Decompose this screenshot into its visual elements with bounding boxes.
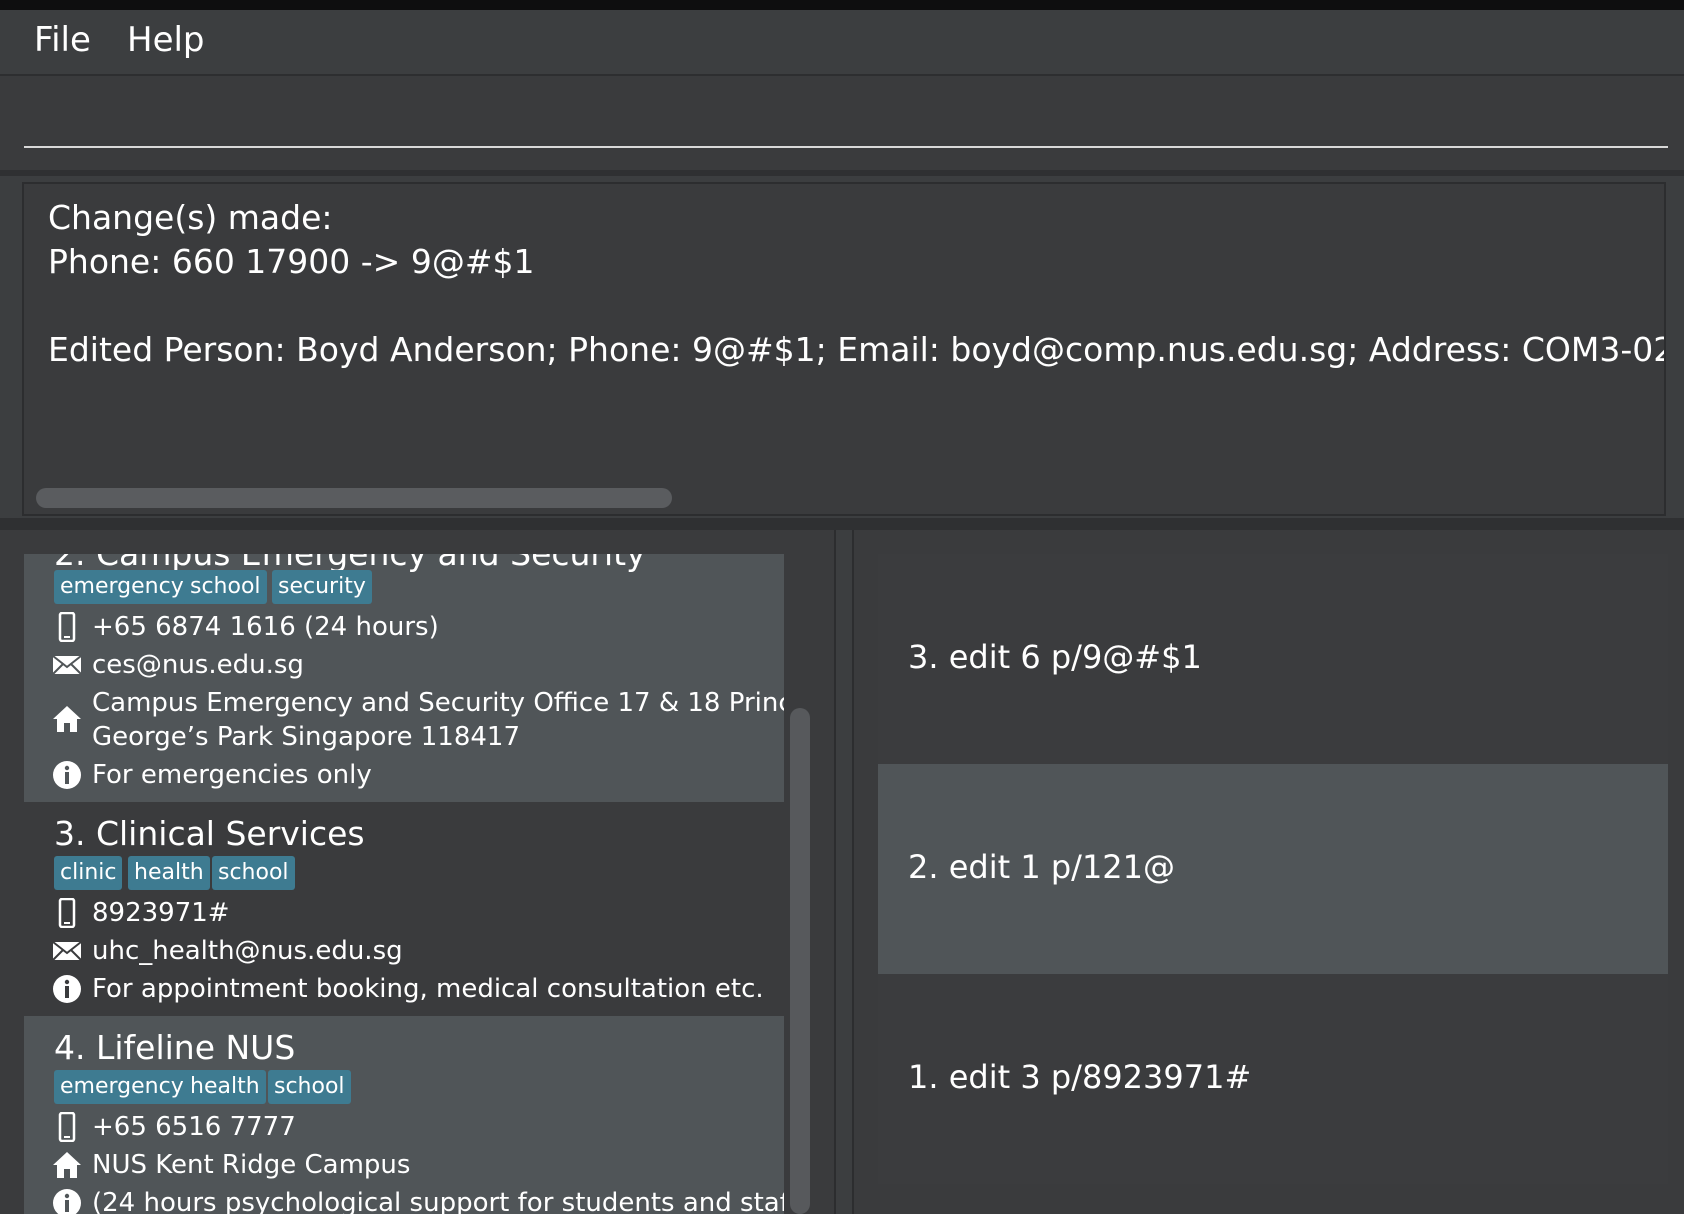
history-item[interactable]: 3. edit 6 p/9@#$1 [878,554,1668,764]
contact-list[interactable]: 2. Campus Emergency and Security emergen… [24,554,784,1214]
contact-note: For emergencies only [92,760,372,790]
history-command: 2. edit 1 p/121@ [908,848,1176,886]
tag: health [184,1070,266,1104]
contact-note: (24 hours psychological support for stud… [92,1188,784,1214]
menu-bar: File Help [0,10,1684,76]
contact-list-scrollbar[interactable] [790,708,810,1214]
divider [0,518,1684,530]
tag: school [268,1070,351,1104]
contact-address: NUS Kent Ridge Campus [92,1150,411,1180]
history-command: 1. edit 3 p/8923971# [908,1058,1252,1096]
contact-card[interactable]: 2. Campus Emergency and Security emergen… [24,554,784,802]
result-line-1: Change(s) made: [48,198,333,237]
tag: health [128,856,210,890]
contact-phone: +65 6874 1616 (24 hours) [92,612,439,642]
result-line-3: Edited Person: Boyd Anderson; Phone: 9@#… [48,330,1664,369]
result-line-2: Phone: 660 17900 -> 9@#$1 [48,242,535,281]
home-icon [52,704,82,734]
email-icon [52,936,82,966]
menu-help[interactable]: Help [127,20,205,60]
history-item[interactable]: 1. edit 3 p/8923971# [878,974,1668,1184]
phone-icon [52,898,82,928]
tag: emergency [54,1070,190,1104]
contact-name: 4. Lifeline NUS [54,1028,296,1067]
contact-phone: 8923971# [92,898,230,928]
tag: security [272,570,372,604]
phone-icon [52,1112,82,1142]
contact-address-line2: George’s Park Singapore 118417 [92,722,520,752]
contact-address-line1: Campus Emergency and Security Office 17 … [92,688,784,718]
result-horizontal-scrollbar[interactable] [36,488,672,508]
window-top-bar [0,0,1684,10]
info-icon [52,974,82,1004]
contact-email: ces@nus.edu.sg [92,650,304,680]
result-display: Change(s) made: Phone: 660 17900 -> 9@#$… [22,182,1666,516]
command-history-panel: 3. edit 6 p/9@#$1 2. edit 1 p/121@ 1. ed… [852,530,1684,1214]
info-icon [52,760,82,790]
command-box [0,76,1684,170]
contact-phone: +65 6516 7777 [92,1112,296,1142]
tag: school [212,856,295,890]
divider [0,170,1684,176]
phone-icon [52,612,82,642]
contact-note: For appointment booking, medical consult… [92,974,764,1004]
home-icon [52,1150,82,1180]
email-icon [52,650,82,680]
history-command: 3. edit 6 p/9@#$1 [908,638,1202,676]
contact-email: uhc_health@nus.edu.sg [92,936,403,966]
contact-name: 3. Clinical Services [54,814,365,853]
tag: clinic [54,856,123,890]
command-input[interactable] [24,96,1668,148]
contact-card[interactable]: 3. Clinical Services clinic health schoo… [24,802,784,1016]
menu-file[interactable]: File [34,20,91,60]
tag: emergency [54,570,190,604]
info-icon [52,1188,82,1214]
history-item[interactable]: 2. edit 1 p/121@ [878,764,1668,974]
contact-card[interactable]: 4. Lifeline NUS emergency health school … [24,1016,784,1214]
contact-list-panel: 2. Campus Emergency and Security emergen… [0,530,836,1214]
tag: school [184,570,267,604]
